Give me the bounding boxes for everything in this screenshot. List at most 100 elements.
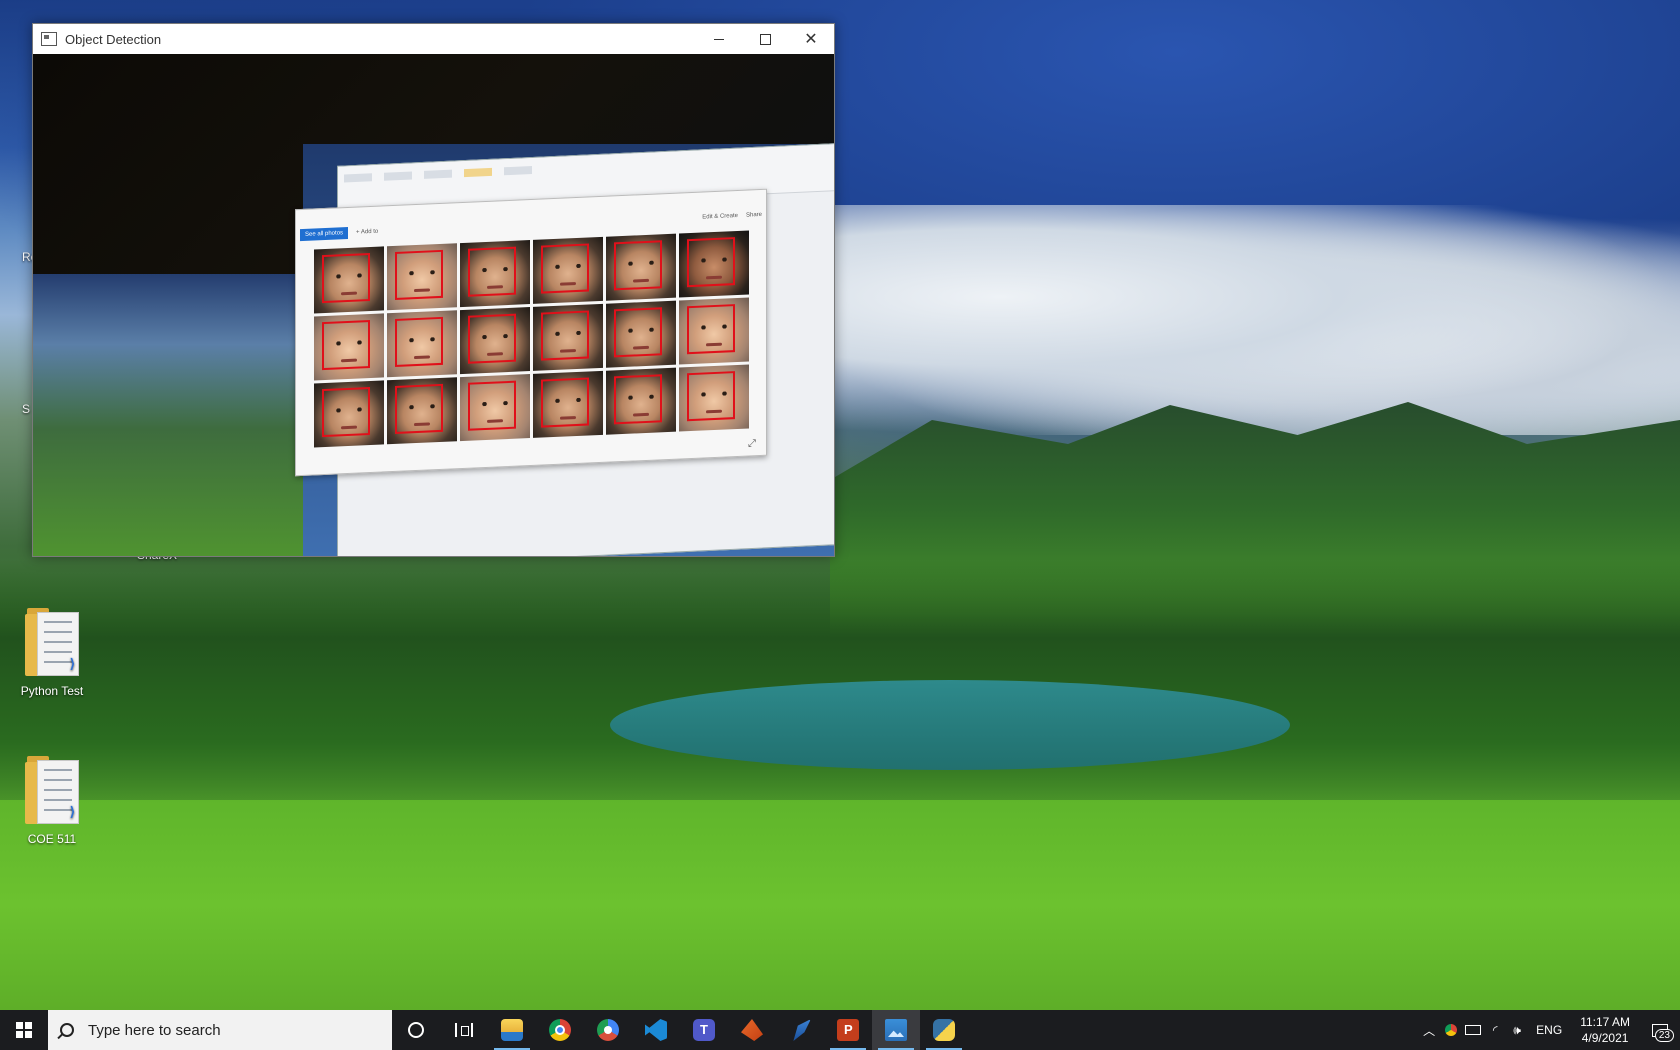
face-thumbnail	[314, 246, 384, 314]
folder-icon: ⟩	[25, 608, 79, 678]
taskbar-matlab[interactable]	[728, 1010, 776, 1050]
taskbar-file-explorer[interactable]	[488, 1010, 536, 1050]
task-view-button[interactable]	[440, 1010, 488, 1050]
chrome-canary-icon	[597, 1019, 619, 1041]
language-indicator[interactable]: ENG	[1536, 1023, 1562, 1037]
taskbar-chrome[interactable]	[536, 1010, 584, 1050]
teams-icon	[693, 1019, 715, 1041]
face-thumbnail	[387, 377, 457, 445]
window-titlebar[interactable]: Object Detection ✕	[33, 24, 834, 54]
face-thumbnail	[460, 374, 530, 442]
face-detection-box	[322, 320, 370, 371]
matlab-icon	[741, 1019, 763, 1041]
feed-photos-window: See all photos + Add to Edit & Create Sh…	[295, 188, 767, 477]
face-thumbnail	[533, 303, 603, 371]
powerpoint-icon	[837, 1019, 859, 1041]
face-detection-box	[468, 313, 516, 364]
add-to-button: + Add to	[356, 228, 379, 236]
task-view-icon	[455, 1023, 473, 1037]
face-thumbnail	[533, 370, 603, 438]
maximize-icon	[759, 33, 771, 45]
face-thumbnail	[606, 233, 676, 301]
search-input[interactable]: Type here to search	[88, 1022, 221, 1039]
taskbar-wireshark[interactable]	[776, 1010, 824, 1050]
taskbar-search[interactable]: Type here to search	[48, 1010, 392, 1050]
face-detection-box	[322, 387, 370, 438]
face-thumbnail	[679, 364, 749, 432]
windows-logo-icon	[16, 1022, 32, 1038]
chevron-up-icon: ︿	[1423, 1023, 1436, 1038]
app-window-icon	[41, 32, 57, 46]
face-detection-box	[687, 237, 735, 288]
face-grid	[314, 230, 749, 448]
desktop-icon-label: Python Test	[20, 684, 84, 698]
battery-icon[interactable]	[1462, 1010, 1484, 1050]
taskbar-vscode[interactable]	[632, 1010, 680, 1050]
clock-date: 4/9/2021	[1581, 1031, 1629, 1045]
face-detection-box	[395, 249, 443, 300]
expand-icon: ⤢	[748, 438, 756, 450]
tray-chrome-icon[interactable]	[1440, 1010, 1462, 1050]
close-button[interactable]: ✕	[788, 24, 834, 54]
face-detection-box	[541, 243, 589, 294]
see-all-photos-button: See all photos	[300, 226, 349, 242]
taskbar-python[interactable]	[920, 1010, 968, 1050]
desktop-icon-partial-s[interactable]: S	[22, 402, 30, 416]
clock[interactable]: 11:17 AM 4/9/2021	[1580, 1014, 1630, 1046]
close-icon: ✕	[804, 31, 818, 48]
face-detection-box	[614, 374, 662, 425]
desktop-icon-coe-511[interactable]: ⟩ COE 511	[12, 756, 92, 846]
face-detection-box	[687, 304, 735, 355]
minimize-button[interactable]	[696, 24, 742, 54]
desktop-icon-python-test[interactable]: ⟩ Python Test	[12, 608, 92, 698]
system-tray: ︿ ◜ 🕪 ENG 11:17 AM 4/9/2021 23	[1418, 1010, 1680, 1050]
wallpaper-lake	[610, 680, 1290, 770]
desktop-icon-label: COE 511	[27, 832, 77, 846]
vscode-icon	[645, 1019, 667, 1041]
wifi-icon[interactable]: ◜	[1484, 1010, 1506, 1050]
maximize-button[interactable]	[742, 24, 788, 54]
face-detection-box	[614, 240, 662, 291]
face-thumbnail	[679, 230, 749, 298]
wireshark-icon	[793, 1019, 811, 1041]
taskbar: Type here to search ︿ ◜ 🕪 ENG 11:17 AM 4…	[0, 1010, 1680, 1050]
face-thumbnail	[387, 243, 457, 311]
start-button[interactable]	[0, 1010, 48, 1050]
search-icon	[60, 1023, 74, 1037]
folder-icon: ⟩	[25, 756, 79, 826]
face-thumbnail	[460, 307, 530, 375]
taskbar-photos[interactable]	[872, 1010, 920, 1050]
wallpaper-meadow	[0, 800, 1680, 1010]
wallpaper-clouds	[830, 205, 1680, 435]
camera-feed: See all photos + Add to Edit & Create Sh…	[33, 54, 834, 556]
python-icon	[933, 1019, 955, 1041]
face-thumbnail	[606, 367, 676, 435]
circle-icon	[408, 1022, 424, 1038]
window-title: Object Detection	[65, 31, 162, 47]
edit-create-button: Edit & Create	[702, 212, 738, 221]
chrome-icon	[549, 1019, 571, 1041]
taskbar-chrome-canary[interactable]	[584, 1010, 632, 1050]
taskbar-powerpoint[interactable]	[824, 1010, 872, 1050]
face-detection-box	[687, 371, 735, 422]
action-center-button[interactable]: 23	[1640, 1010, 1680, 1050]
face-detection-box	[468, 380, 516, 431]
share-button: Share	[745, 211, 762, 219]
photos-icon	[885, 1019, 907, 1041]
face-thumbnail	[314, 380, 384, 448]
minimize-icon	[714, 38, 724, 40]
folder-icon	[501, 1019, 523, 1041]
face-detection-box	[541, 310, 589, 361]
volume-icon[interactable]: 🕪	[1506, 1010, 1528, 1050]
cortana-button[interactable]	[392, 1010, 440, 1050]
face-detection-box	[395, 383, 443, 434]
face-thumbnail	[314, 313, 384, 381]
taskbar-teams[interactable]	[680, 1010, 728, 1050]
face-detection-box	[322, 253, 370, 304]
face-thumbnail	[679, 297, 749, 365]
show-hidden-icons-button[interactable]: ︿	[1418, 1010, 1440, 1050]
face-detection-box	[541, 377, 589, 428]
object-detection-window[interactable]: Object Detection ✕ See all photos + Add …	[32, 23, 835, 557]
face-thumbnail	[606, 300, 676, 368]
face-detection-box	[614, 307, 662, 358]
